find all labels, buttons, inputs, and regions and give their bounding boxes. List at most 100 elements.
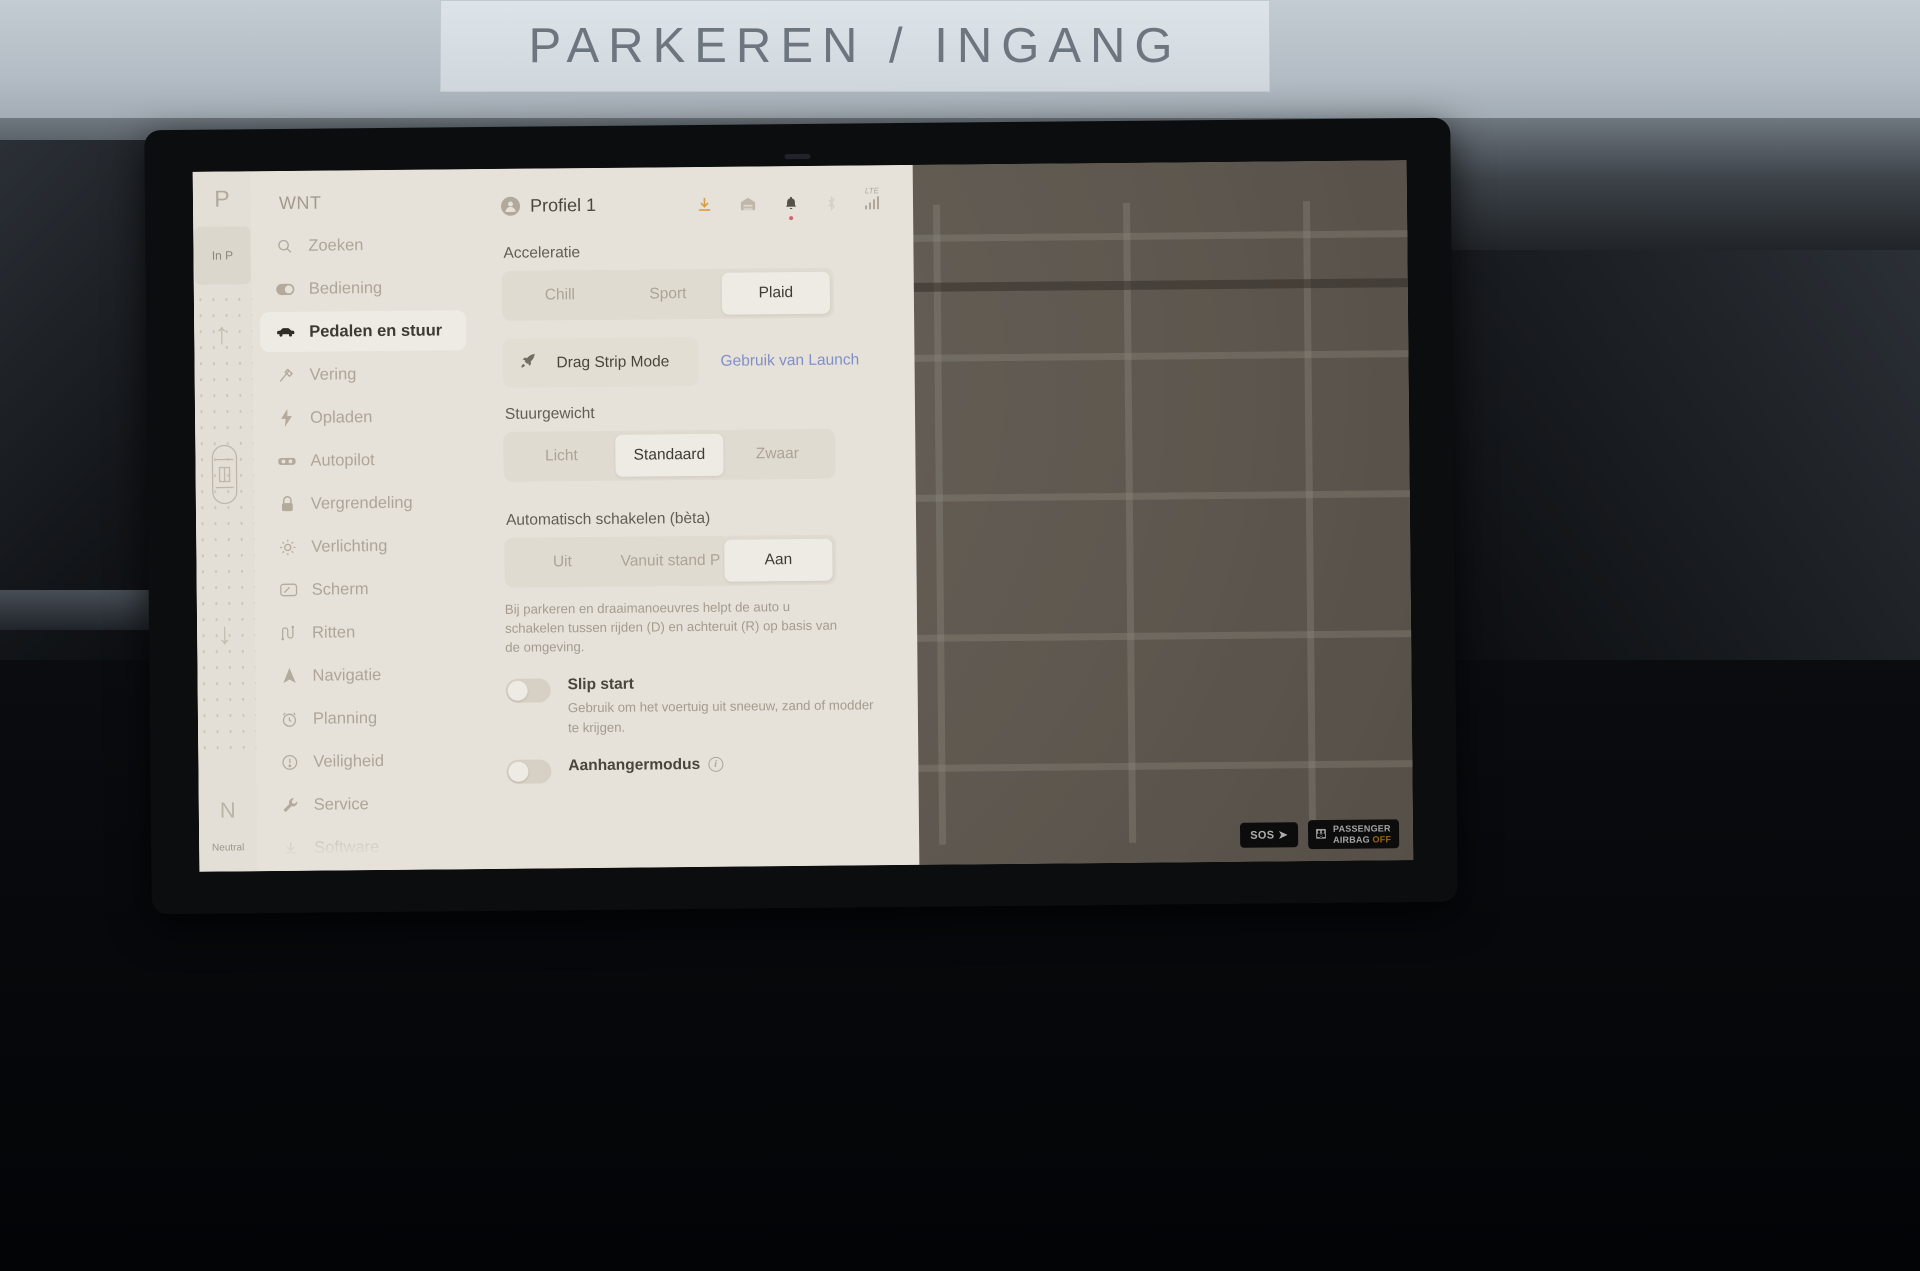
sidebar-item-label: Zoeken xyxy=(308,235,364,255)
bolt-icon xyxy=(277,408,296,427)
sidebar-item-label: Planning xyxy=(312,708,378,728)
lock-icon xyxy=(278,494,297,513)
safety-icon xyxy=(280,752,299,771)
acceleration-option-chill[interactable]: Chill xyxy=(506,274,614,317)
drag-strip-mode-button[interactable]: Drag Strip Mode xyxy=(502,336,699,388)
slip-start-row[interactable]: Slip start Gebruik om het voertuig uit s… xyxy=(505,674,885,738)
photo-scene: PARKEREN / INGANG SOS ➤ 👪 PASSENGER AIRB… xyxy=(0,0,1920,1271)
sidebar-item-vergrendeling[interactable]: Vergrendeling xyxy=(262,482,468,524)
sidebar-item-planning[interactable]: Planning xyxy=(264,697,470,739)
download-icon[interactable] xyxy=(697,196,712,211)
sidebar-item-pedalen-en-stuur[interactable]: Pedalen en stuur xyxy=(260,310,467,353)
profile-label: Profiel 1 xyxy=(529,194,597,216)
steering-option-zwaar[interactable]: Zwaar xyxy=(723,433,831,476)
sidebar-item-label: Ritten xyxy=(312,622,356,642)
toggle-icon xyxy=(276,279,295,298)
content-header: Profiel 1 LTE xyxy=(500,181,880,227)
sidebar-item-label: Opladen xyxy=(309,407,373,427)
sidebar-item-label: Service xyxy=(313,794,369,814)
steering-option-licht[interactable]: Licht xyxy=(507,435,615,478)
auto-shift-description: Bij parkeren en draaimanoeuvres helpt de… xyxy=(504,599,838,656)
rocket-icon xyxy=(520,353,536,374)
sidebar-item-scherm[interactable]: Scherm xyxy=(262,568,468,610)
sidebar-item-label: Bediening xyxy=(308,278,383,298)
sidebar-item-label: Veiligheid xyxy=(313,751,385,771)
acceleration-title: Acceleratie xyxy=(503,244,581,262)
suspension-icon xyxy=(277,365,296,384)
acceleration-option-plaid[interactable]: Plaid xyxy=(721,271,831,315)
vehicle-name: WNT xyxy=(278,192,322,213)
trailer-mode-row[interactable]: Aanhangermodus i xyxy=(506,754,884,784)
gear-neutral-label: Neutral xyxy=(211,842,245,854)
garage-icon[interactable] xyxy=(740,196,756,211)
cabin-camera xyxy=(784,153,811,160)
slip-start-toggle[interactable] xyxy=(505,678,551,704)
slip-start-label: Slip start xyxy=(567,676,635,694)
slip-start-description: Gebruik om het voertuig uit sneeuw, zand… xyxy=(567,697,874,735)
autopilot-icon xyxy=(277,451,296,470)
steering-weight-segmented-control[interactable]: Licht Standaard Zwaar xyxy=(503,428,836,482)
center-display-bezel: ● Parkeer SOS ➤ 👪 PASSENGER AIRBAG OFF xyxy=(144,117,1458,915)
gear-drive-arrow-icon[interactable]: ↓ xyxy=(217,617,235,650)
bell-icon[interactable] xyxy=(784,196,798,220)
sidebar-item-label: Verlichting xyxy=(311,536,388,556)
sidebar-scroll-fade xyxy=(256,819,484,872)
car-icon xyxy=(276,322,295,341)
gear-park-letter[interactable]: P xyxy=(214,185,230,212)
drag-strip-mode-label: Drag Strip Mode xyxy=(556,352,670,371)
navigation-icon xyxy=(279,666,298,685)
sidebar-item-vering[interactable]: Vering xyxy=(260,353,466,395)
display-icon xyxy=(279,580,298,599)
sidebar-item-verlichting[interactable]: Verlichting xyxy=(262,525,468,567)
settings-panel[interactable]: P In P ↑ ↓ N Neutral WNT Zoeken Bedienin… xyxy=(192,164,920,872)
light-icon xyxy=(278,537,297,556)
gear-neutral-letter[interactable]: N xyxy=(199,797,257,824)
toggle-knob xyxy=(508,761,529,782)
acceleration-option-sport[interactable]: Sport xyxy=(614,273,722,316)
auto-shift-title: Automatisch schakelen (bèta) xyxy=(505,509,711,529)
sidebar-item-label: Scherm xyxy=(311,579,369,599)
sidebar-item-bediening[interactable]: Bediening xyxy=(260,267,466,309)
sidebar-item-label: Vering xyxy=(309,364,357,384)
sidebar-item-label: Pedalen en stuur xyxy=(309,320,443,341)
auto-shift-segmented-control[interactable]: Uit Vanuit stand P Aan xyxy=(504,534,837,588)
settings-content[interactable]: Profiel 1 LTE Acceleratie Chill Sport Pl… xyxy=(477,165,920,869)
launch-usage-link[interactable]: Gebruik van Launch xyxy=(720,351,859,370)
sidebar-item-navigatie[interactable]: Navigatie xyxy=(263,654,469,696)
toggle-knob xyxy=(507,681,528,702)
gear-reverse-arrow-icon[interactable]: ↑ xyxy=(214,317,232,350)
parking-sign: PARKEREN / INGANG xyxy=(440,0,1270,92)
sidebar-item-zoeken[interactable]: Zoeken xyxy=(259,224,465,266)
sidebar-item-label: Navigatie xyxy=(312,665,382,685)
bluetooth-icon[interactable] xyxy=(826,195,837,211)
profile-selector[interactable]: Profiel 1 xyxy=(500,194,597,216)
trailer-mode-toggle[interactable] xyxy=(506,759,552,784)
sidebar-item-label: Vergrendeling xyxy=(310,493,413,513)
sidebar-item-ritten[interactable]: Ritten xyxy=(263,611,469,653)
auto-shift-option-vanuit-stand-p[interactable]: Vanuit stand P xyxy=(616,540,724,583)
schedule-icon xyxy=(280,709,299,728)
sidebar-item-autopilot[interactable]: Autopilot xyxy=(261,439,467,481)
steering-option-standaard[interactable]: Standaard xyxy=(615,433,724,477)
drag-strip-row: Drag Strip Mode Gebruik van Launch xyxy=(502,335,880,388)
settings-sidebar[interactable]: WNT Zoeken Bediening Pedalen en stuur Ve… xyxy=(251,169,484,872)
acceleration-segmented-control[interactable]: Chill Sport Plaid xyxy=(501,267,835,321)
tesla-touchscreen[interactable]: ● Parkeer SOS ➤ 👪 PASSENGER AIRBAG OFF xyxy=(192,160,1414,872)
sidebar-item-opladen[interactable]: Opladen xyxy=(261,396,467,438)
network-signal-icon: LTE xyxy=(864,186,880,209)
gear-selector-column[interactable]: P In P ↑ ↓ N Neutral xyxy=(192,171,258,872)
info-icon[interactable]: i xyxy=(708,756,724,773)
sidebar-item-veiligheid[interactable]: Veiligheid xyxy=(264,740,470,782)
steering-weight-title: Stuurgewicht xyxy=(504,404,595,423)
wrench-icon xyxy=(281,795,300,814)
auto-shift-option-aan[interactable]: Aan xyxy=(724,538,833,582)
car-top-view-icon xyxy=(209,443,240,505)
avatar xyxy=(500,196,521,216)
status-icons: LTE xyxy=(697,186,880,220)
dashboard-right xyxy=(1400,250,1920,670)
auto-shift-option-uit[interactable]: Uit xyxy=(508,541,616,584)
network-label: LTE xyxy=(864,185,879,195)
gear-in-park-indicator: In P xyxy=(194,226,251,285)
signal-bars xyxy=(864,195,880,209)
search-icon xyxy=(275,236,294,255)
